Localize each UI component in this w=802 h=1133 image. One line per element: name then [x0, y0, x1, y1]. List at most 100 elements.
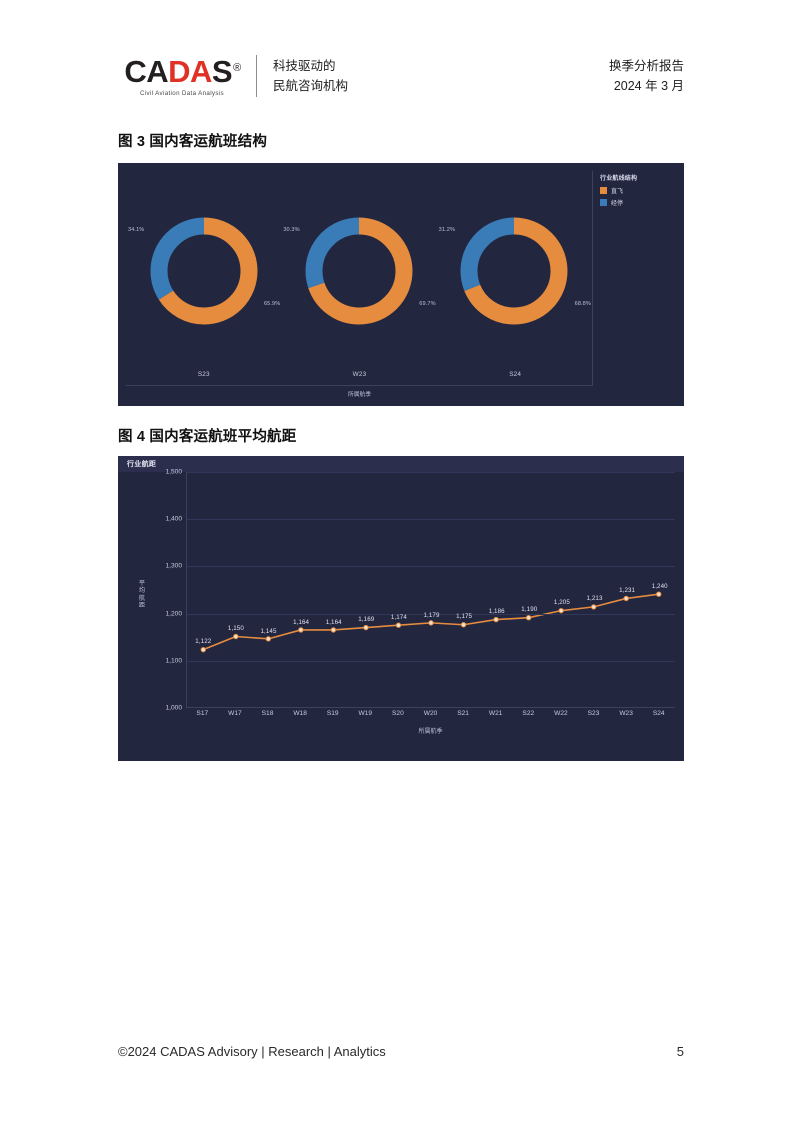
line-chart-title-bar: 行业航距 — [118, 456, 684, 472]
data-point-label: 1,145 — [260, 627, 277, 635]
figure-3-caption: 图 3 国内客运航班结构 — [118, 134, 268, 150]
donut-label-direct: 65.9% — [263, 301, 281, 307]
data-point-marker[interactable] — [428, 620, 434, 626]
line-x-tick-labels: S17 W17 S18 W18 S19 W19 S20 W20 S21 W21 S22 W22 S23 W… — [186, 710, 675, 724]
line-ytick: 1,100 — [165, 657, 182, 665]
donut-label-stopover: 34.1% — [128, 227, 145, 233]
line-chart-body: 平均航距 1,000 1,100 1,200 1,300 1,400 1,500 1,12… — [118, 469, 684, 761]
line-y-axis-title: 平均航距 — [138, 580, 146, 609]
data-point-marker[interactable] — [623, 595, 629, 602]
line-xtick: S20 — [392, 710, 404, 717]
data-point-label: 1,150 — [227, 625, 244, 633]
gridline — [187, 566, 675, 568]
donut-label-stopover: 30.3% — [283, 227, 300, 233]
gridline — [187, 519, 675, 521]
legend-swatch-icon-direct — [600, 187, 607, 194]
data-point-marker[interactable] — [363, 624, 369, 631]
figure-4-chart-panel: 行业航距 平均航距 1,000 1,100 1,200 1,300 1,400 1,500… — [118, 456, 684, 761]
header-tagline: 科技驱动的 民航咨询机构 — [273, 56, 348, 97]
data-point-marker[interactable] — [656, 591, 662, 597]
line-ytick: 1,300 — [165, 562, 182, 570]
header-report-info: 换季分析报告 2024 年 3 月 — [609, 56, 684, 97]
donut-svg-s23 — [150, 217, 258, 324]
registered-trademark-icon: ® — [233, 61, 241, 74]
data-point-label: 1,179 — [423, 611, 440, 619]
data-point-label: 1,231 — [619, 586, 636, 594]
logo-letter-c: C — [124, 53, 147, 89]
donut-chart-w23: 30.3% 69.7% — [281, 171, 436, 370]
donut-row: 34.1% 65.9% 30.3% 69.7% 31.2% 68.8% — [126, 171, 592, 370]
data-point-label: 1,213 — [586, 595, 603, 603]
data-point-marker[interactable] — [460, 622, 467, 628]
report-title: 换季分析报告 — [608, 58, 684, 73]
donut-plot-area: 34.1% 65.9% 30.3% 69.7% 31.2% 68.8% S23 … — [126, 171, 593, 386]
line-xtick: W17 — [228, 710, 242, 717]
line-xtick: W21 — [488, 710, 503, 717]
data-point-marker[interactable] — [493, 616, 499, 623]
donut-legend: 行业航线结构 直飞 经停 — [600, 173, 674, 210]
line-xtick: W22 — [554, 710, 568, 717]
footer-copyright: ©2024 CADAS Advisory | Research | Analyt… — [118, 1044, 386, 1059]
figure-3-chart-panel: 34.1% 65.9% 30.3% 69.7% 31.2% 68.8% S23 … — [118, 163, 684, 406]
report-date: 2024 年 3 月 — [613, 79, 684, 93]
line-plot-area: 1,122 1,150 1,145 1,164 1,164 1,169 1,174 1,179… — [186, 472, 675, 708]
donut-label-direct: 69.7% — [419, 301, 436, 307]
line-ytick: 1,400 — [165, 515, 182, 523]
line-xtick: S17 — [196, 710, 209, 717]
data-point-marker[interactable] — [525, 615, 532, 621]
gridline — [187, 472, 675, 473]
tagline-line-2: 民航咨询机构 — [273, 79, 349, 93]
line-xtick: S21 — [457, 710, 469, 717]
donut-label-direct: 68.8% — [574, 301, 591, 307]
header-divider — [256, 55, 257, 97]
line-xtick: S19 — [326, 710, 339, 717]
data-point-marker[interactable] — [200, 646, 206, 653]
data-point-marker[interactable] — [558, 607, 564, 614]
line-x-axis-title: 所属航季 — [418, 729, 443, 735]
data-point-label: 1,240 — [651, 582, 668, 590]
data-point-label: 1,164 — [325, 618, 342, 626]
data-point-marker[interactable] — [233, 633, 239, 640]
data-point-label: 1,169 — [358, 616, 375, 624]
logo-letter-d-red: D — [168, 53, 190, 89]
line-xtick: S23 — [587, 710, 600, 717]
data-point-marker[interactable] — [265, 636, 272, 642]
donut-xtick: S24 — [509, 371, 522, 378]
donut-x-tick-labels: S23 W23 S24 — [126, 371, 593, 385]
page-header: C A D A S ® Civil Aviation Data Analysis 科技驱动… — [118, 48, 684, 104]
logo-letter-s: S — [211, 53, 233, 89]
data-point-label: 1,175 — [456, 613, 473, 621]
logo-subtitle: Civil Aviation Data Analysis — [140, 89, 224, 97]
line-series-svg — [200, 591, 662, 653]
logo-wordmark: C A D A S ® — [124, 53, 241, 89]
legend-label-direct: 直飞 — [611, 189, 624, 195]
logo-letter-a1: A — [146, 53, 169, 89]
donut-xtick: S23 — [197, 371, 210, 378]
cadas-logo: C A D A S ® Civil Aviation Data Analysis — [118, 56, 246, 97]
data-point-marker[interactable] — [298, 627, 304, 633]
logo-letter-a2-red: A — [189, 53, 212, 89]
legend-item-stopover[interactable]: 经停 — [600, 198, 674, 207]
data-point-marker[interactable] — [330, 627, 337, 633]
data-point-label: 1,190 — [521, 606, 538, 614]
data-point-label: 1,174 — [390, 613, 407, 621]
footer-page-number: 5 — [676, 1044, 684, 1059]
data-point-marker[interactable] — [590, 604, 597, 610]
line-xtick: S22 — [522, 710, 535, 717]
donut-label-stopover: 31.2% — [438, 227, 456, 233]
data-point-marker[interactable] — [395, 622, 402, 628]
legend-item-direct[interactable]: 直飞 — [600, 186, 674, 195]
donut-chart-s24: 31.2% 68.8% — [437, 171, 592, 370]
line-ytick: 1,000 — [165, 704, 182, 712]
donut-svg-w23 — [305, 217, 413, 324]
donut-xtick: W23 — [352, 371, 367, 378]
line-xtick: W20 — [423, 710, 438, 717]
legend-label-stopover: 经停 — [611, 201, 624, 207]
gridline — [187, 660, 675, 662]
line-y-tick-labels: 1,000 1,100 1,200 1,300 1,400 1,500 — [148, 469, 182, 712]
line-xtick: S24 — [652, 710, 665, 717]
line-ytick: 1,200 — [165, 610, 182, 618]
line-chart-title: 行业航距 — [127, 461, 157, 468]
figure-4-caption: 图 4 国内客运航班平均航距 — [118, 429, 297, 445]
document-page: C A D A S ® Civil Aviation Data Analysis 科技驱动… — [0, 0, 802, 1133]
